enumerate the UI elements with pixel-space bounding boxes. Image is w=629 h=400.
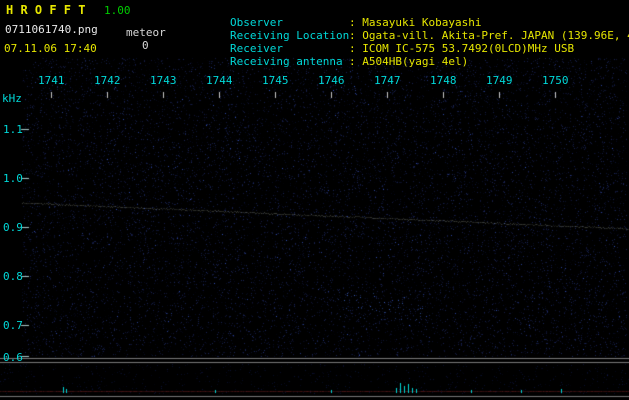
spectrogram-canvas <box>0 0 629 400</box>
hrofft-window: H R O F F T 1.00 0711061740.png meteor 0… <box>0 0 629 400</box>
